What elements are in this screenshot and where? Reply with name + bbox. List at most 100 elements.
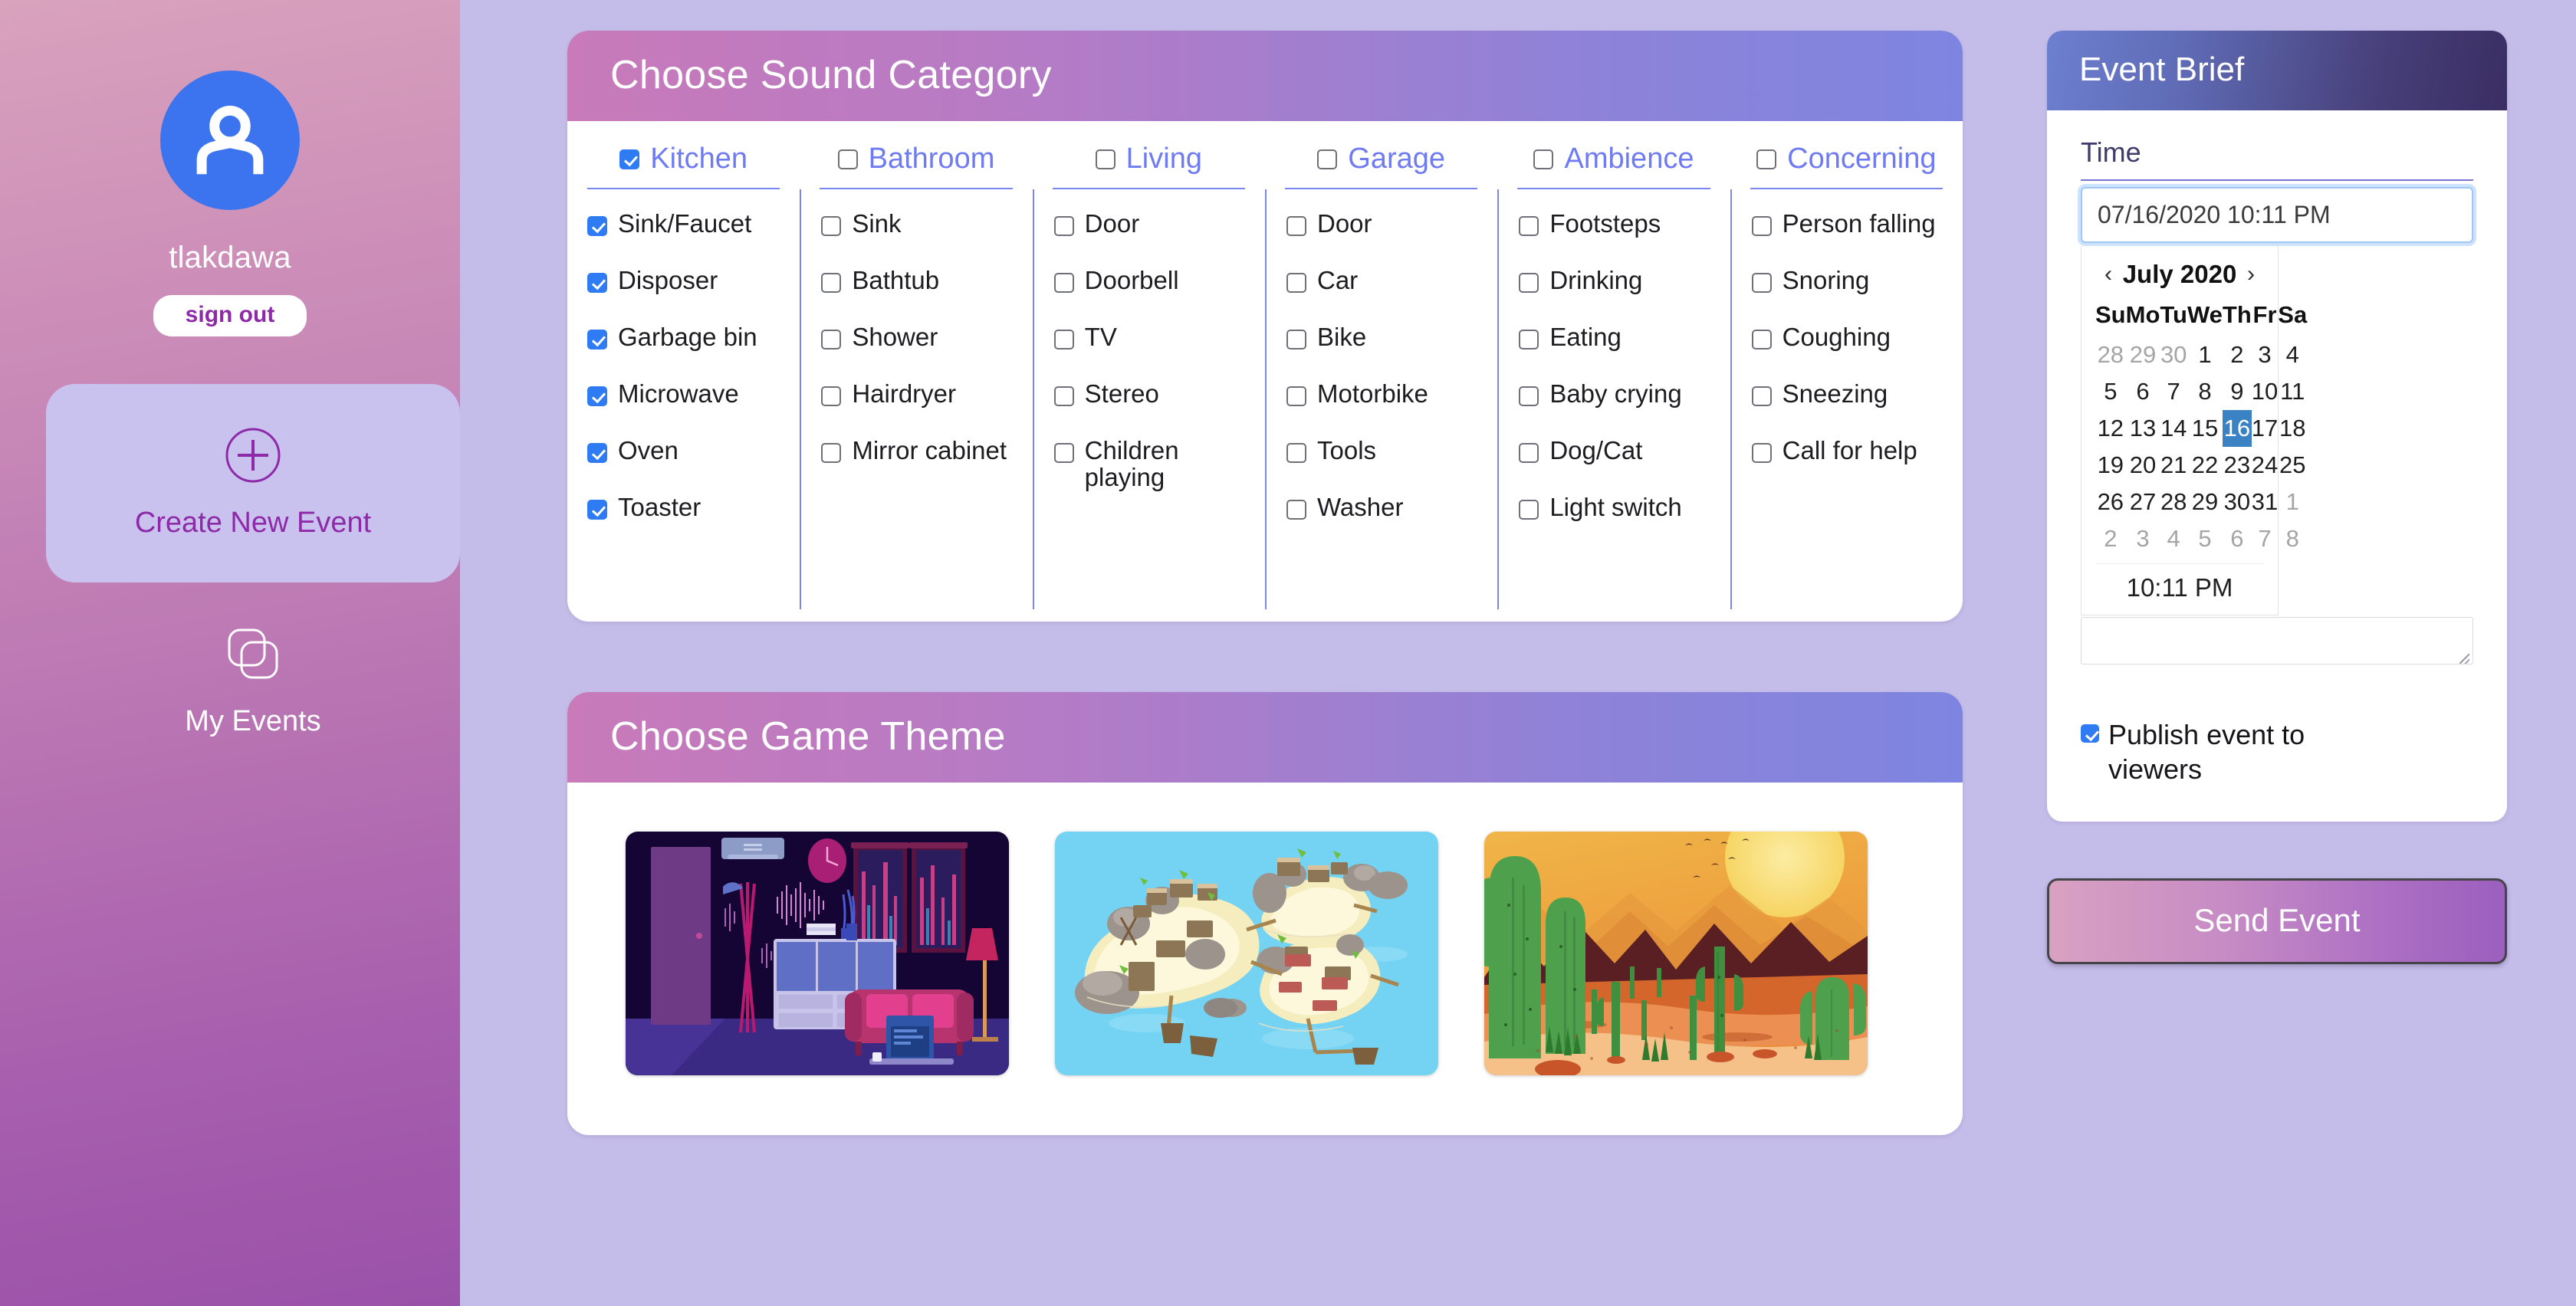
sound-item[interactable]: Sneezing — [1751, 380, 1963, 408]
sound-item-checkbox[interactable] — [1519, 329, 1539, 349]
sound-item[interactable]: Coughing — [1751, 323, 1963, 351]
calendar-day[interactable]: 4 — [2160, 520, 2187, 557]
prev-month-button[interactable]: ‹ — [2100, 263, 2117, 286]
calendar-day[interactable]: 8 — [2278, 520, 2307, 557]
category-toggle-living[interactable]: Living — [1033, 121, 1265, 188]
sound-item-checkbox[interactable] — [1053, 329, 1074, 349]
sound-item-checkbox[interactable] — [587, 499, 607, 520]
sound-item[interactable]: Oven — [587, 437, 800, 464]
sound-item-checkbox[interactable] — [1286, 329, 1306, 349]
sound-item[interactable]: Bathtub — [821, 267, 1032, 294]
calendar-day[interactable]: 14 — [2160, 410, 2187, 447]
calendar-day[interactable]: 26 — [2095, 484, 2126, 520]
sound-item-checkbox[interactable] — [821, 272, 842, 293]
sound-item-checkbox[interactable] — [1751, 442, 1772, 463]
sound-item[interactable]: Tools — [1286, 437, 1497, 464]
category-checkbox[interactable] — [1317, 149, 1338, 169]
calendar-day[interactable]: 15 — [2187, 410, 2223, 447]
calendar-day[interactable]: 30 — [2160, 336, 2187, 373]
calendar-day[interactable]: 28 — [2095, 336, 2126, 373]
sidebar-item-create-new-event[interactable]: Create New Event — [46, 384, 460, 582]
sound-item[interactable]: Eating — [1519, 323, 1730, 351]
sound-item-checkbox[interactable] — [1519, 499, 1539, 520]
category-checkbox[interactable] — [1095, 149, 1116, 169]
calendar-day[interactable]: 21 — [2160, 447, 2187, 484]
calendar-day[interactable]: 7 — [2252, 520, 2278, 557]
category-checkbox[interactable] — [1533, 149, 1554, 169]
sound-item-checkbox[interactable] — [1751, 386, 1772, 406]
time-input[interactable] — [2081, 187, 2473, 243]
calendar-day[interactable]: 4 — [2278, 336, 2307, 373]
sound-item-checkbox[interactable] — [821, 216, 842, 236]
calendar-day[interactable]: 22 — [2187, 447, 2223, 484]
sound-item-checkbox[interactable] — [587, 272, 607, 293]
calendar-day[interactable]: 11 — [2278, 373, 2307, 410]
sound-item[interactable]: Washer — [1286, 494, 1497, 521]
calendar-day[interactable]: 1 — [2187, 336, 2223, 373]
sound-item[interactable]: Call for help — [1751, 437, 1963, 464]
calendar-day[interactable]: 5 — [2187, 520, 2223, 557]
sound-item[interactable]: Shower — [821, 323, 1032, 351]
calendar-day-selected[interactable]: 16 — [2222, 410, 2252, 447]
category-toggle-kitchen[interactable]: Kitchen — [567, 121, 800, 188]
calendar-day[interactable]: 23 — [2223, 447, 2252, 484]
sidebar-item-my-events[interactable]: My Events — [46, 582, 460, 781]
sound-item-checkbox[interactable] — [587, 216, 607, 236]
calendar-day[interactable]: 8 — [2187, 373, 2223, 410]
sound-item-checkbox[interactable] — [587, 442, 607, 463]
sound-item-checkbox[interactable] — [821, 329, 842, 349]
calendar-day[interactable]: 25 — [2278, 447, 2307, 484]
calendar-day[interactable]: 6 — [2126, 373, 2160, 410]
calendar-time-display[interactable]: 10:11 PM — [2095, 563, 2264, 607]
sound-item[interactable]: Motorbike — [1286, 380, 1497, 408]
sound-item-checkbox[interactable] — [1751, 272, 1772, 293]
calendar-day[interactable]: 17 — [2252, 410, 2278, 447]
sound-item[interactable]: Sink/Faucet — [587, 210, 800, 238]
sound-item-checkbox[interactable] — [1286, 386, 1306, 406]
calendar-day[interactable]: 12 — [2095, 410, 2126, 447]
category-toggle-concerning[interactable]: Concerning — [1730, 121, 1963, 188]
calendar-day[interactable]: 5 — [2095, 373, 2126, 410]
calendar-day[interactable]: 27 — [2126, 484, 2160, 520]
category-checkbox[interactable] — [1756, 149, 1777, 169]
sound-item-checkbox[interactable] — [1519, 442, 1539, 463]
calendar-day[interactable]: 19 — [2095, 447, 2126, 484]
sound-item[interactable]: Stereo — [1053, 380, 1265, 408]
send-event-button[interactable]: Send Event — [2047, 878, 2507, 964]
sound-item[interactable]: Door — [1286, 210, 1497, 238]
sound-item[interactable]: Bike — [1286, 323, 1497, 351]
avatar[interactable] — [160, 71, 300, 210]
calendar-day[interactable]: 30 — [2223, 484, 2252, 520]
sound-item[interactable]: TV — [1053, 323, 1265, 351]
sign-out-button[interactable]: sign out — [153, 295, 307, 336]
game-theme-option-pirate-islands[interactable] — [1055, 832, 1438, 1075]
calendar-day[interactable]: 3 — [2126, 520, 2160, 557]
calendar-day[interactable]: 28 — [2160, 484, 2187, 520]
calendar-day[interactable]: 2 — [2223, 336, 2252, 373]
sound-item[interactable]: Toaster — [587, 494, 800, 521]
calendar-day[interactable]: 7 — [2160, 373, 2187, 410]
sound-item[interactable]: Person falling — [1751, 210, 1963, 238]
sound-item-checkbox[interactable] — [821, 386, 842, 406]
sound-item[interactable]: Door — [1053, 210, 1265, 238]
calendar-day[interactable]: 10 — [2252, 373, 2278, 410]
sound-item[interactable]: Hairdryer — [821, 380, 1032, 408]
sound-item[interactable]: Car — [1286, 267, 1497, 294]
publish-event-checkbox[interactable] — [2081, 724, 2099, 743]
sound-item[interactable]: Doorbell — [1053, 267, 1265, 294]
sound-item[interactable]: Garbage bin — [587, 323, 800, 351]
sound-item[interactable]: Drinking — [1519, 267, 1730, 294]
calendar-day[interactable]: 29 — [2187, 484, 2223, 520]
sound-item-checkbox[interactable] — [1751, 329, 1772, 349]
sound-item-checkbox[interactable] — [1519, 386, 1539, 406]
category-checkbox[interactable] — [619, 149, 640, 169]
sound-item-checkbox[interactable] — [1751, 216, 1772, 236]
sound-item-checkbox[interactable] — [1519, 216, 1539, 236]
notes-textarea[interactable] — [2081, 617, 2473, 664]
category-toggle-bathroom[interactable]: Bathroom — [800, 121, 1032, 188]
game-theme-option-night-living-room[interactable] — [626, 832, 1009, 1075]
sound-item-checkbox[interactable] — [821, 442, 842, 463]
publish-event-toggle[interactable]: Publish event to viewers — [2081, 717, 2403, 786]
sound-item[interactable]: Dog/Cat — [1519, 437, 1730, 464]
calendar-day[interactable]: 1 — [2278, 484, 2307, 520]
